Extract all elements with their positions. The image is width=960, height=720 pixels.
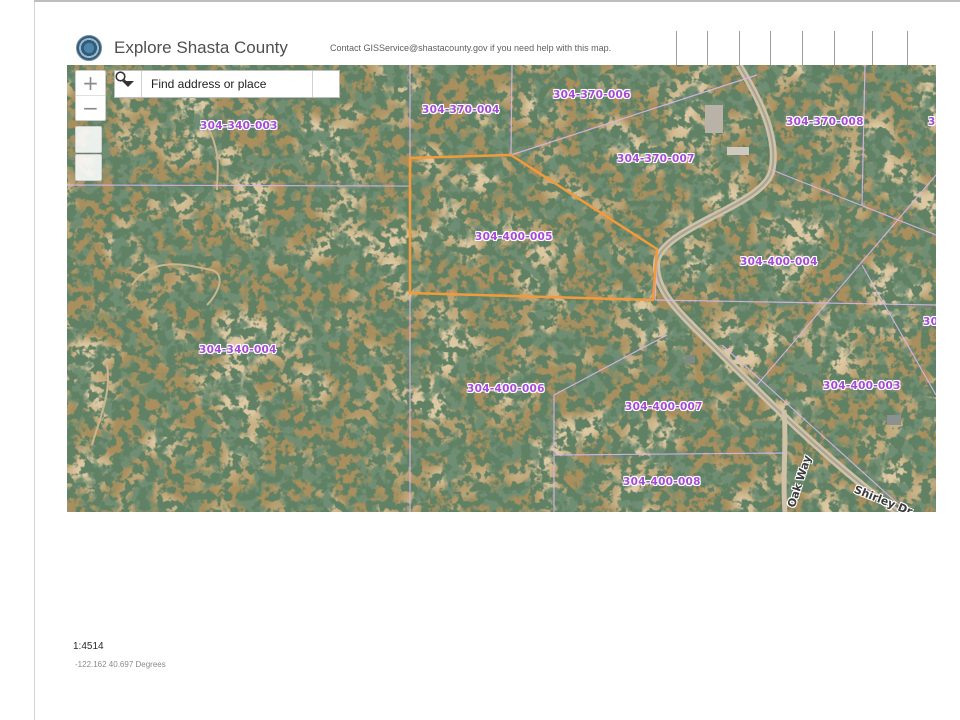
- print-margin-marks: [676, 31, 908, 65]
- zoom-out-button[interactable]: −: [76, 95, 105, 120]
- contact-note: Contact GISService@shastacounty.gov if y…: [330, 43, 612, 53]
- search-bar: Find address or place: [114, 70, 340, 98]
- shasta-county-seal-icon: [76, 35, 102, 61]
- parcel-label[interactable]: 304-370-004: [422, 104, 500, 116]
- parcel-label[interactable]: 304-400-007: [625, 401, 703, 413]
- zoom-in-button[interactable]: +: [76, 71, 105, 95]
- parcel-label[interactable]: 304-400-003: [823, 380, 901, 392]
- map-scale: 1:4514: [73, 641, 104, 652]
- parcel-label[interactable]: 30: [923, 316, 936, 328]
- parcel-label[interactable]: 304-370-006: [553, 89, 631, 101]
- page-top-edge: [34, 0, 960, 2]
- cursor-coordinates: -122.162 40.697 Degrees: [75, 660, 166, 669]
- parcel-label[interactable]: 304-340-004: [199, 344, 277, 356]
- parcel-label[interactable]: 304-340-003: [200, 120, 278, 132]
- app-title: Explore Shasta County: [114, 38, 288, 57]
- parcel-label[interactable]: 304-370-008: [786, 116, 864, 128]
- parcel-label[interactable]: 304-400-004: [740, 256, 818, 268]
- parcel-label[interactable]: 3: [928, 116, 936, 128]
- parcel-label[interactable]: 304-400-006: [467, 383, 545, 395]
- parcel-label[interactable]: 304-400-008: [623, 476, 701, 488]
- search-input[interactable]: Find address or place: [142, 71, 312, 97]
- app-header: Explore Shasta County: [76, 34, 288, 62]
- page-left-edge: [34, 0, 35, 720]
- locate-button[interactable]: [75, 154, 102, 181]
- parcel-label-selected[interactable]: 304-400-005: [475, 231, 553, 243]
- parcel-label[interactable]: 304-370-007: [617, 153, 695, 165]
- home-button[interactable]: [75, 126, 102, 153]
- zoom-control: + −: [75, 70, 106, 121]
- aerial-imagery: [67, 65, 936, 512]
- search-icon[interactable]: [115, 71, 339, 97]
- map-view[interactable]: + − Find address or place 304-340-003 30…: [67, 65, 936, 512]
